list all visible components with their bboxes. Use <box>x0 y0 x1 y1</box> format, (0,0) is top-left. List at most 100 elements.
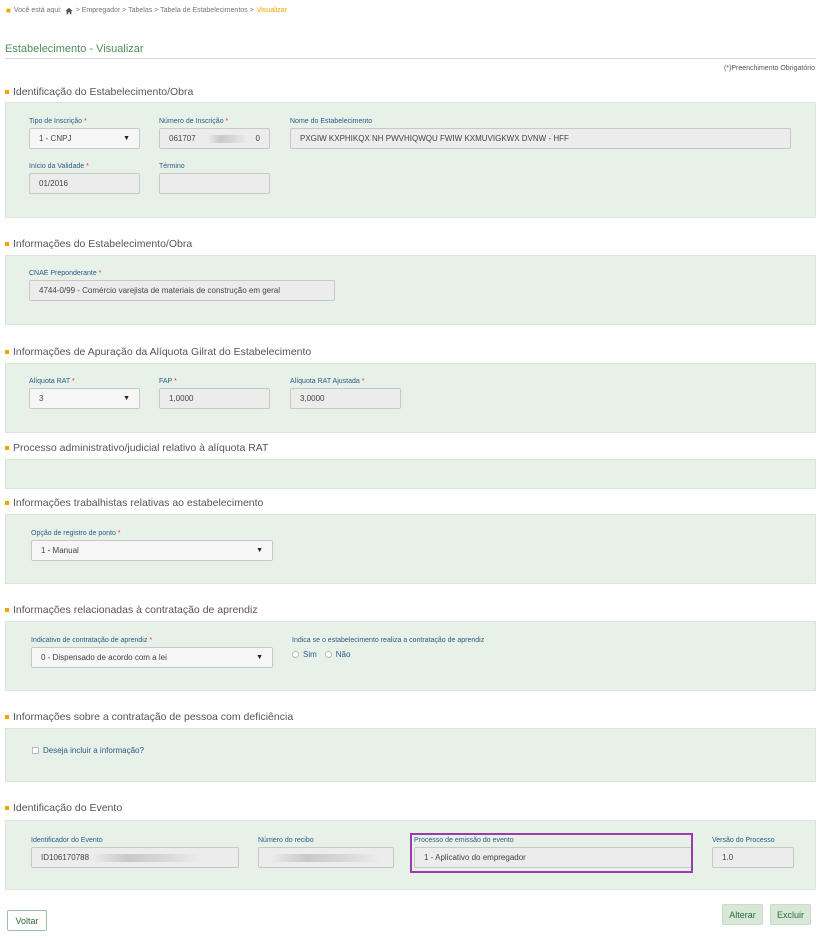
breadcrumb-current: Visualizar <box>256 7 287 14</box>
caret-down-icon: ▼ <box>123 135 130 142</box>
panel-identificacao: Tipo de Inscrição * 1 - CNPJ ▼ Número de … <box>5 102 816 218</box>
id-label: Identificador do Evento <box>31 837 103 844</box>
termino-label: Término <box>159 163 185 170</box>
fap-label: FAP <box>159 378 173 385</box>
inicio-label: Início da Validade <box>29 163 85 170</box>
section-title-deficiencia: Informações sobre a contratação de pesso… <box>5 711 293 723</box>
breadcrumb-path[interactable]: > Empregador > Tabelas > Tabela de Estab… <box>76 7 254 14</box>
section-bullet-icon <box>5 446 9 450</box>
rat-value: 3 <box>39 394 44 403</box>
field-aliquota-rat: Alíquota RAT * 3 ▼ <box>29 378 140 409</box>
versao-processo-field[interactable]: 1.0 <box>712 847 794 868</box>
section-bullet-icon <box>5 608 9 612</box>
ajustada-label: Alíquota RAT Ajustada <box>290 378 360 385</box>
section-bullet-icon <box>5 350 9 354</box>
caret-down-icon: ▼ <box>256 547 263 554</box>
versao-label: Versão do Processo <box>712 837 775 844</box>
aliquota-ajustada-field[interactable]: 3,0000 <box>290 388 401 409</box>
section-title-text: Processo administrativo/judicial relativ… <box>13 442 269 454</box>
field-inicio-validade: Início da Validade * 01/2016 <box>29 163 140 194</box>
field-numero-inscricao: Número de Inscrição * 061707 0 <box>159 118 270 149</box>
versao-value: 1.0 <box>722 853 734 862</box>
section-bullet-icon <box>5 501 9 505</box>
field-termino: Término <box>159 163 270 194</box>
highlight-box <box>410 833 693 873</box>
section-title-evento: Identificação do Evento <box>5 802 122 814</box>
panel-aprendiz: Indicativo de contratação de aprendiz * … <box>5 621 816 691</box>
voltar-button[interactable]: Voltar <box>7 910 47 931</box>
checkbox-row: Deseja incluir a informação? <box>32 746 144 755</box>
field-indicativo-aprendiz: Indicativo de contratação de aprendiz * … <box>31 637 273 668</box>
cnae-field[interactable]: 4744-0/99 - Comércio varejista de materi… <box>29 280 335 301</box>
section-title-aprendiz: Informações relacionadas à contratação d… <box>5 604 258 616</box>
ponto-label: Opção de registro de ponto <box>31 530 116 537</box>
radio-nao[interactable] <box>324 651 332 658</box>
excluir-button[interactable]: Excluir <box>770 904 811 925</box>
panel-trabalhistas: Opção de registro de ponto * 1 - Manual ▼ <box>5 514 816 584</box>
inicio-validade-field[interactable]: 01/2016 <box>29 173 140 194</box>
section-bullet-icon <box>5 242 9 246</box>
section-title-apuracao: Informações de Apuração da Alíquota Gilr… <box>5 346 311 358</box>
panel-processo <box>5 459 816 489</box>
title-divider <box>5 58 816 59</box>
section-title-text: Informações do Estabelecimento/Obra <box>13 238 193 250</box>
section-title-text: Informações trabalhistas relativas ao es… <box>13 497 264 509</box>
nome-value: PXGIW KXPHIKQX NH PWVHIQWQU FWIW KXMUVIG… <box>300 134 569 143</box>
tipo-inscricao-select[interactable]: 1 - CNPJ ▼ <box>29 128 140 149</box>
breadcrumb-prefix: Você está aqui: <box>13 7 62 14</box>
field-fap: FAP * 1,0000 <box>159 378 270 409</box>
section-title-informacoes: Informações do Estabelecimento/Obra <box>5 238 192 250</box>
field-numero-recibo: Número do recibo <box>258 837 394 868</box>
breadcrumb: ■ Você está aqui: > Empregador > Tabelas… <box>6 6 287 15</box>
indicativo-value: 0 - Dispensado de acordo com a lei <box>41 653 167 662</box>
alterar-button[interactable]: Alterar <box>722 904 763 925</box>
caret-down-icon: ▼ <box>123 395 130 402</box>
field-nome-estabelecimento: Nome do Estabelecimento PXGIW KXPHIKQX N… <box>290 118 791 149</box>
section-title-text: Identificação do Estabelecimento/Obra <box>13 86 194 98</box>
panel-apuracao: Alíquota RAT * 3 ▼ FAP * 1,0000 Alíquota … <box>5 363 816 433</box>
breadcrumb-bullet: ■ <box>6 6 11 15</box>
fap-field[interactable]: 1,0000 <box>159 388 270 409</box>
section-title-text: Informações relacionadas à contratação d… <box>13 604 258 616</box>
section-title-processo: Processo administrativo/judicial relativ… <box>5 442 268 454</box>
home-icon[interactable] <box>65 7 73 15</box>
caret-down-icon: ▼ <box>256 654 263 661</box>
panel-informacoes: CNAE Preponderante * 4744-0/99 - Comérci… <box>5 255 816 325</box>
panel-deficiencia: Deseja incluir a informação? <box>5 728 816 782</box>
ajustada-value: 3,0000 <box>300 394 325 403</box>
numero-inscricao-field[interactable]: 061707 0 <box>159 128 270 149</box>
numero-value-end: 0 <box>255 134 260 143</box>
section-title-text: Informações sobre a contratação de pesso… <box>13 711 294 723</box>
identificador-evento-field[interactable]: ID106170788 <box>31 847 239 868</box>
checkbox-label: Deseja incluir a informação? <box>43 746 144 755</box>
nome-label: Nome do Estabelecimento <box>290 118 373 125</box>
inicio-value: 01/2016 <box>39 179 68 188</box>
page-title: Estabelecimento - Visualizar <box>5 43 144 55</box>
field-indica-aprendiz: Indica se o estabelecimento realiza a co… <box>292 637 592 659</box>
aliquota-rat-select[interactable]: 3 ▼ <box>29 388 140 409</box>
incluir-informacao-checkbox[interactable] <box>32 747 39 754</box>
section-bullet-icon <box>5 806 9 810</box>
required-note: (*)Preenchimento Obrigatório <box>723 65 815 72</box>
field-cnae: CNAE Preponderante * 4744-0/99 - Comérci… <box>29 270 335 301</box>
redacted-blur <box>270 853 380 862</box>
numero-label: Número de Inscrição <box>159 118 224 125</box>
registro-ponto-select[interactable]: 1 - Manual ▼ <box>31 540 273 561</box>
field-registro-ponto: Opção de registro de ponto * 1 - Manual ▼ <box>31 530 273 561</box>
field-identificador-evento: Identificador do Evento ID106170788 <box>31 837 239 868</box>
indicativo-aprendiz-select[interactable]: 0 - Dispensado de acordo com a lei ▼ <box>31 647 273 668</box>
indicativo-label: Indicativo de contratação de aprendiz <box>31 637 148 644</box>
field-tipo-inscricao: Tipo de Inscrição * 1 - CNPJ ▼ <box>29 118 140 149</box>
nome-estabelecimento-field[interactable]: PXGIW KXPHIKQX NH PWVHIQWQU FWIW KXMUVIG… <box>290 128 791 149</box>
termino-field[interactable] <box>159 173 270 194</box>
field-aliquota-ajustada: Alíquota RAT Ajustada * 3,0000 <box>290 378 401 409</box>
recibo-label: Número do recibo <box>258 837 314 844</box>
section-title-text: Informações de Apuração da Alíquota Gilr… <box>13 346 312 358</box>
tipo-value: 1 - CNPJ <box>39 134 72 143</box>
redacted-blur <box>206 134 247 143</box>
radio-sim[interactable] <box>292 651 299 658</box>
radio-sim-label: Sim <box>303 650 317 659</box>
numero-recibo-field[interactable] <box>258 847 394 868</box>
ponto-value: 1 - Manual <box>41 546 79 555</box>
section-bullet-icon <box>5 90 9 94</box>
